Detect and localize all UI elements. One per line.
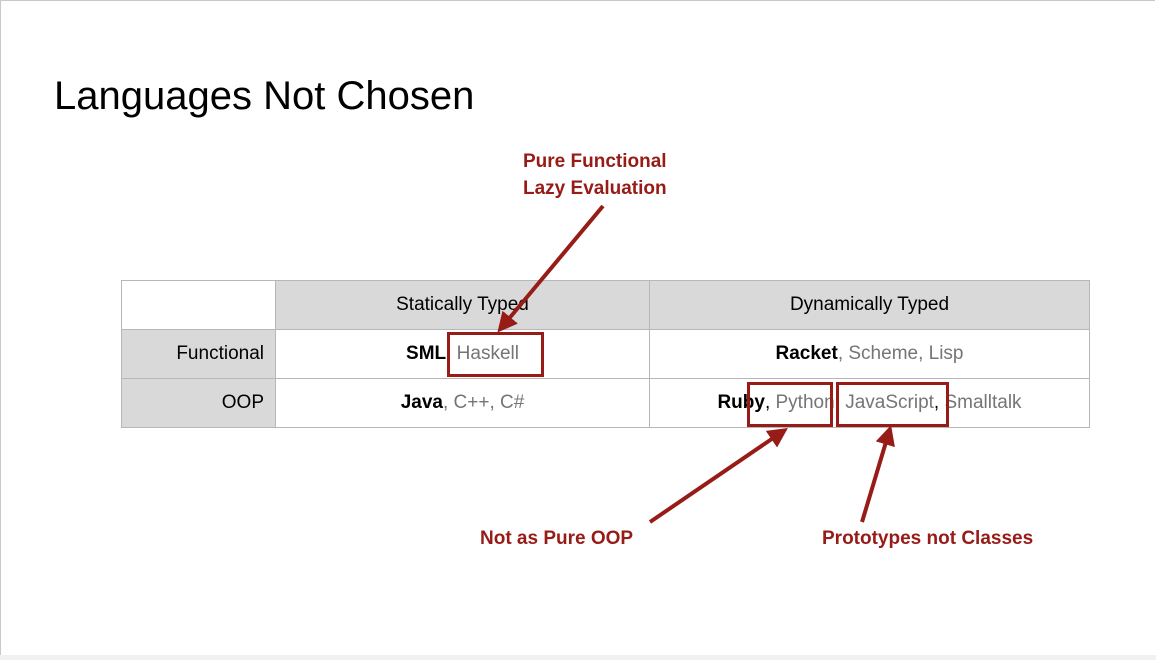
highlight-box-python	[747, 382, 833, 427]
row-label-functional: Functional	[121, 329, 276, 379]
table-row-functional: Functional SML, Haskell Racket, Scheme, …	[121, 329, 1090, 379]
highlight-box-javascript	[836, 382, 949, 427]
callout-haskell-line1: Pure Functional	[523, 151, 667, 172]
callout-haskell: Pure Functional Lazy Evaluation	[523, 148, 667, 202]
callout-python: Not as Pure OOP	[480, 528, 634, 549]
header-dynamically-typed: Dynamically Typed	[649, 280, 1090, 330]
lang-racket: Racket	[775, 343, 838, 364]
header-statically-typed: Statically Typed	[275, 280, 650, 330]
slide-title: Languages Not Chosen	[54, 74, 475, 118]
highlight-box-haskell	[447, 332, 544, 377]
table-header-row: Statically Typed Dynamically Typed	[121, 280, 1090, 330]
callout-javascript: Prototypes not Classes	[822, 528, 1034, 549]
page-background-strip	[0, 655, 1156, 660]
cell-oop-static: Java, C++, C#	[275, 378, 650, 428]
lang-cpp-csharp: , C++, C#	[442, 392, 525, 413]
table-corner-cell	[121, 280, 276, 330]
lang-smalltalk: Smalltalk	[939, 392, 1022, 413]
lang-java: Java	[400, 392, 443, 413]
row-label-oop: OOP	[121, 378, 276, 428]
cell-functional-dynamic: Racket, Scheme, Lisp	[649, 329, 1090, 379]
callout-haskell-line2: Lazy Evaluation	[523, 178, 667, 199]
lang-sml: SML	[406, 343, 447, 364]
lang-scheme-lisp: , Scheme, Lisp	[837, 343, 964, 364]
